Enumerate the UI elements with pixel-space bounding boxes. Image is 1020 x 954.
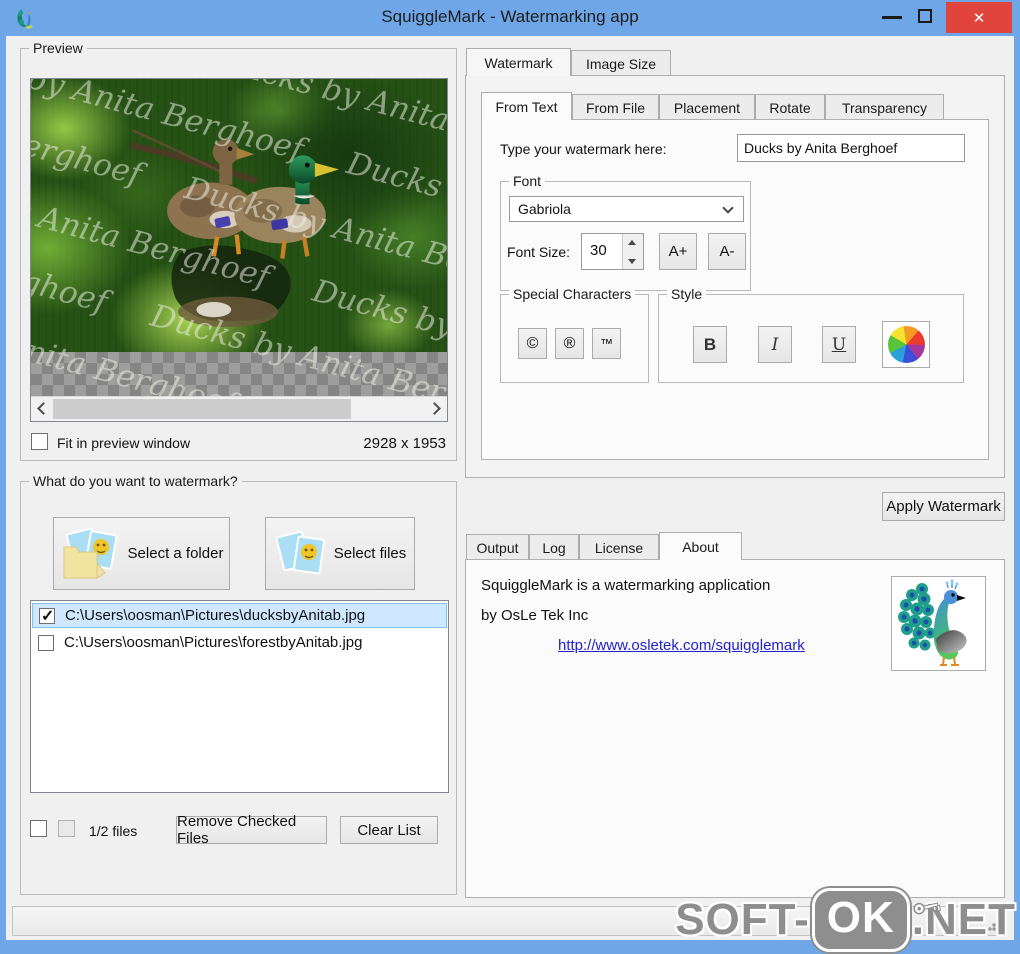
tab-watermark[interactable]: Watermark <box>466 48 571 76</box>
preview-frame: Ducks by Anita Berghoef Ducks by Anita B… <box>30 78 448 422</box>
watermark-text-input[interactable] <box>737 134 965 162</box>
minimize-button[interactable] <box>882 10 902 19</box>
tab-license[interactable]: License <box>579 534 659 560</box>
brand-pre: SOFT- <box>675 895 810 944</box>
website-link[interactable]: http://www.osletek.com/squigglemark <box>558 637 805 654</box>
peacock-tail <box>898 583 936 651</box>
font-family-dropdown[interactable]: Gabriola <box>509 196 744 222</box>
select-folder-button[interactable]: Select a folder <box>53 517 230 590</box>
italic-button[interactable]: I <box>758 326 792 363</box>
tab-output[interactable]: Output <box>466 534 529 560</box>
file-list-item[interactable]: ✓ C:\Users\oosman\Pictures\ducksbyAnitab… <box>32 603 447 628</box>
preview-horizontal-scrollbar[interactable] <box>31 396 447 421</box>
file-list: ✓ C:\Users\oosman\Pictures\ducksbyAnitab… <box>30 600 449 793</box>
peacock-logo-icon <box>898 579 967 666</box>
file-path: C:\Users\oosman\Pictures\ducksbyAnitab.j… <box>65 607 366 624</box>
close-button[interactable]: ✕ <box>946 2 1012 33</box>
style-group: Style B I U <box>658 286 964 383</box>
fit-preview-label: Fit in preview window <box>57 435 191 451</box>
tab-rotate[interactable]: Rotate <box>755 94 825 120</box>
special-characters-group: Special Characters © ® ™ <box>500 286 649 383</box>
file-checkbox-checked[interactable]: ✓ <box>39 607 55 625</box>
select-files-button[interactable]: Select files <box>265 517 415 590</box>
font-size-label: Font Size: <box>507 244 571 260</box>
remove-checked-files-button[interactable]: Remove Checked Files <box>176 813 327 847</box>
select-files-label: Select files <box>333 545 407 562</box>
font-decrease-button[interactable]: A- <box>708 233 746 270</box>
registered-button[interactable]: ® <box>555 328 584 359</box>
peacock-logo <box>891 576 986 671</box>
photos-icon <box>275 530 325 574</box>
preview-group-label: Preview <box>29 40 87 56</box>
tab-from-file[interactable]: From File <box>572 94 659 120</box>
folder-photos-icon <box>63 527 117 579</box>
tab-image-size[interactable]: Image Size <box>571 50 671 76</box>
font-increase-button[interactable]: A+ <box>659 233 697 270</box>
file-path: C:\Users\oosman\Pictures\forestbyAnitab.… <box>64 634 363 651</box>
app-window: SquiggleMark - Watermarking app ✕ Previe… <box>0 0 1020 954</box>
font-group-label: Font <box>509 173 546 189</box>
scroll-right-icon[interactable] <box>428 402 441 415</box>
file-count-label: 1/2 files <box>89 823 138 839</box>
clear-list-button[interactable]: Clear List <box>340 816 438 844</box>
font-family-value: Gabriola <box>518 201 571 217</box>
chevron-down-icon <box>722 202 734 214</box>
tab-from-text[interactable]: From Text <box>481 92 572 120</box>
tab-placement[interactable]: Placement <box>659 94 755 120</box>
partial-select-checkbox[interactable] <box>58 820 75 837</box>
scrollbar-thumb[interactable] <box>53 399 351 419</box>
about-line2: by OsLe Tek Inc <box>481 607 589 624</box>
maximize-button[interactable] <box>918 9 932 23</box>
type-watermark-label: Type your watermark here: <box>500 141 667 157</box>
color-picker-button[interactable] <box>882 321 930 368</box>
about-panel: SquiggleMark is a watermarking applicati… <box>465 559 1005 898</box>
underline-button[interactable]: U <box>822 326 856 363</box>
file-list-item[interactable]: C:\Users\oosman\Pictures\forestbyAnitab.… <box>32 630 447 655</box>
fit-preview-checkbox[interactable] <box>31 433 48 450</box>
select-all-checkbox[interactable] <box>30 820 47 837</box>
trademark-button[interactable]: ™ <box>592 328 621 359</box>
color-wheel-icon <box>887 326 925 363</box>
tab-log[interactable]: Log <box>529 534 579 560</box>
tab-transparency[interactable]: Transparency <box>825 94 944 120</box>
about-line1: SquiggleMark is a watermarking applicati… <box>481 577 771 594</box>
watermark-source-label: What do you want to watermark? <box>29 473 242 489</box>
ducks-photo-illustration <box>131 129 339 328</box>
site-watermark: SOFT- OK .NET <box>675 888 1016 952</box>
preview-group: Preview by Anita Berghoef Ducks by Bergh… <box>20 40 457 461</box>
font-group: Font Gabriola Font Size: 30 A+ A- <box>500 173 751 291</box>
key-icon <box>913 902 942 915</box>
copyright-button[interactable]: © <box>518 328 547 359</box>
spinner-down-icon[interactable] <box>623 251 643 269</box>
window-title: SquiggleMark - Watermarking app <box>381 7 639 26</box>
title-bar: SquiggleMark - Watermarking app ✕ <box>0 0 1020 36</box>
tab-about[interactable]: About <box>659 532 742 560</box>
scroll-left-icon[interactable] <box>37 402 50 415</box>
special-characters-label: Special Characters <box>509 286 636 302</box>
transparency-checker <box>31 352 447 396</box>
image-dimensions: 2928 x 1953 <box>363 435 446 452</box>
spinner-up-icon[interactable] <box>623 234 643 252</box>
apply-watermark-button[interactable]: Apply Watermark <box>882 492 1005 521</box>
font-size-value: 30 <box>590 242 607 259</box>
style-group-label: Style <box>667 286 707 302</box>
bold-button[interactable]: B <box>693 326 727 363</box>
select-folder-label: Select a folder <box>127 545 224 562</box>
brand-ok-badge: OK <box>811 888 910 952</box>
watermark-source-group: What do you want to watermark? Select a … <box>20 473 457 895</box>
font-size-spinner[interactable]: 30 <box>581 233 644 270</box>
preview-image <box>31 79 447 352</box>
file-checkbox-unchecked[interactable] <box>38 634 54 651</box>
